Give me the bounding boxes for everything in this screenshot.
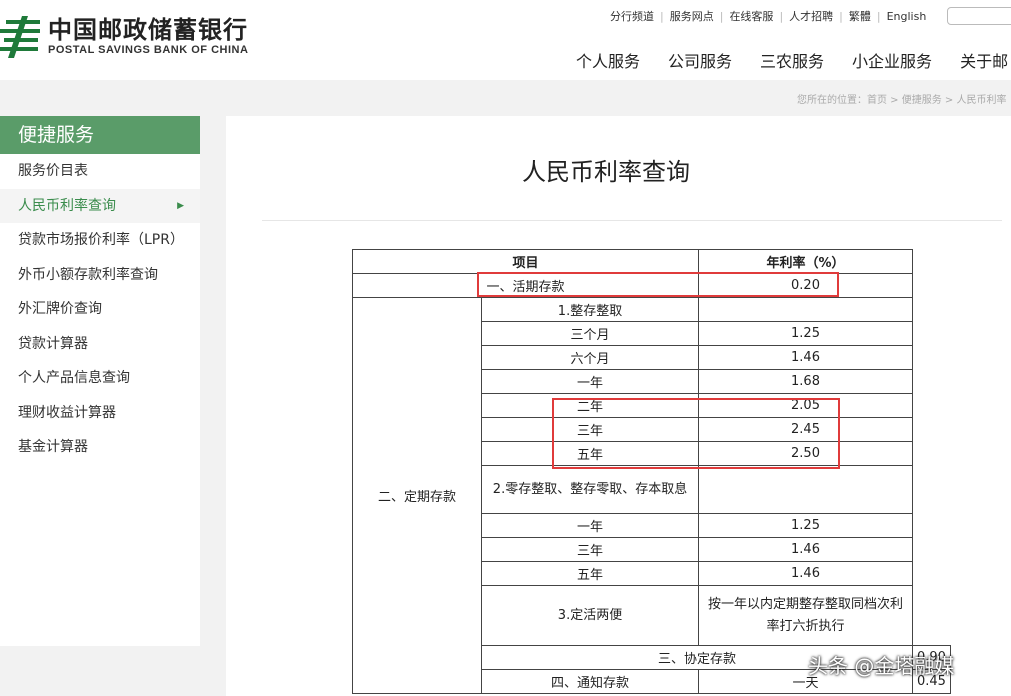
row-rate <box>698 465 913 514</box>
header-rate: 年利率（%） <box>698 249 913 274</box>
util-link-careers[interactable]: 人才招聘 <box>783 8 839 24</box>
logo-english-name: POSTAL SAVINGS BANK OF CHINA <box>48 44 249 56</box>
row-rate: 1.46 <box>698 345 913 370</box>
sidebar-item-product-info[interactable]: 个人产品信息查询 <box>0 361 200 396</box>
sidebar-item-label: 服务价目表 <box>18 163 88 179</box>
sidebar-item-label: 人民币利率查询 <box>18 197 116 214</box>
watermark: 头条 @金塔融媒 <box>808 654 955 678</box>
row-subcategory: 3.定活两便 <box>481 585 699 646</box>
sidebar-item-fund-calculator[interactable]: 基金计算器 <box>0 430 200 465</box>
divider <box>262 220 1002 221</box>
sidebar-item-label: 贷款市场报价利率（LPR） <box>18 232 184 248</box>
highlight-long-term-rates <box>552 398 840 469</box>
page-title: 人民币利率查询 <box>522 158 690 186</box>
util-link-outlets[interactable]: 服务网点 <box>664 8 720 24</box>
sidebar: 便捷服务 服务价目表 人民币利率查询 ▶ 贷款市场报价利率（LPR） 外币小额存款… <box>0 116 200 646</box>
nav-corporate[interactable]: 公司服务 <box>668 48 732 72</box>
row-rate: 1.46 <box>698 537 913 562</box>
row-term: 五年 <box>481 561 699 586</box>
row-term: 三个月 <box>481 321 699 346</box>
utility-links: 分行频道 | 服务网点 | 在线客服 | 人才招聘 | 繁體 | English <box>604 8 932 24</box>
sidebar-item-foreign-deposit[interactable]: 外币小额存款利率查询 <box>0 258 200 293</box>
bank-logo[interactable]: 中国邮政储蓄银行 POSTAL SAVINGS BANK OF CHINA <box>0 14 248 60</box>
table-header-row: 项目 年利率（%） <box>352 249 951 274</box>
row-category: 四、通知存款 <box>481 669 699 694</box>
interest-rate-table: 项目 年利率（%） 一、活期存款 0.20 二、定期存款 1.整存整取 三个月 1… <box>352 249 951 694</box>
row-term: 一年 <box>481 513 699 538</box>
nav-about[interactable]: 关于邮 <box>960 48 1008 72</box>
sidebar-item-label: 基金计算器 <box>18 439 88 455</box>
nav-rural[interactable]: 三农服务 <box>760 48 824 72</box>
row-term: 三年 <box>481 537 699 562</box>
row-rate: 1.46 <box>698 561 913 586</box>
sidebar-item-label: 贷款计算器 <box>18 335 88 352</box>
sidebar-item-label: 外币小额存款利率查询 <box>18 266 158 283</box>
chevron-right-icon: ▶ <box>177 200 184 211</box>
sidebar-item-label: 个人产品信息查询 <box>18 370 130 386</box>
row-term: 一年 <box>481 369 699 394</box>
sidebar-item-label: 理财收益计算器 <box>18 404 116 421</box>
row-rate: 1.68 <box>698 369 913 394</box>
postal-logo-icon <box>0 16 40 58</box>
sidebar-item-rmb-rates[interactable]: 人民币利率查询 ▶ <box>0 188 200 223</box>
search-input[interactable] <box>947 7 1011 25</box>
main-nav: 个人服务 公司服务 三农服务 小企业服务 关于邮 <box>576 48 1011 72</box>
breadcrumb: 您所在的位置：首页 > 便捷服务 > 人民币利率 <box>797 95 1007 106</box>
sidebar-item-loan-calculator[interactable]: 贷款计算器 <box>0 327 200 362</box>
row-rate <box>698 297 913 322</box>
row-category: 二、定期存款 <box>352 297 482 694</box>
util-link-support[interactable]: 在线客服 <box>723 8 779 24</box>
row-rate: 1.25 <box>698 321 913 346</box>
sidebar-item-wealth-calculator[interactable]: 理财收益计算器 <box>0 396 200 431</box>
nav-small-business[interactable]: 小企业服务 <box>852 48 932 72</box>
highlight-demand-deposit <box>477 272 839 297</box>
util-link-traditional[interactable]: 繁體 <box>843 8 877 24</box>
sidebar-item-label: 外汇牌价查询 <box>18 301 102 317</box>
logo-chinese-name: 中国邮政储蓄银行 <box>48 15 248 44</box>
util-link-branch[interactable]: 分行频道 <box>604 8 660 24</box>
sidebar-item-lpr[interactable]: 贷款市场报价利率（LPR） <box>0 223 200 258</box>
row-rate: 1.25 <box>698 513 913 538</box>
sidebar-item-fx-rates[interactable]: 外汇牌价查询 <box>0 292 200 327</box>
sidebar-item-price-list[interactable]: 服务价目表 <box>0 154 200 189</box>
row-subcategory: 2.零存整取、整存零取、存本取息 <box>481 465 699 514</box>
nav-personal[interactable]: 个人服务 <box>576 48 640 72</box>
row-rate: 按一年以内定期整存整取同档次利率打六折执行 <box>698 585 913 646</box>
site-header: 中国邮政储蓄银行 POSTAL SAVINGS BANK OF CHINA 分行… <box>0 0 1011 80</box>
row-subcategory: 1.整存整取 <box>481 297 699 322</box>
sidebar-title: 便捷服务 <box>0 116 200 154</box>
table-row: 二、定期存款 1.整存整取 <box>352 297 951 694</box>
header-item: 项目 <box>352 249 699 274</box>
util-link-english[interactable]: English <box>881 10 933 23</box>
row-term: 六个月 <box>481 345 699 370</box>
